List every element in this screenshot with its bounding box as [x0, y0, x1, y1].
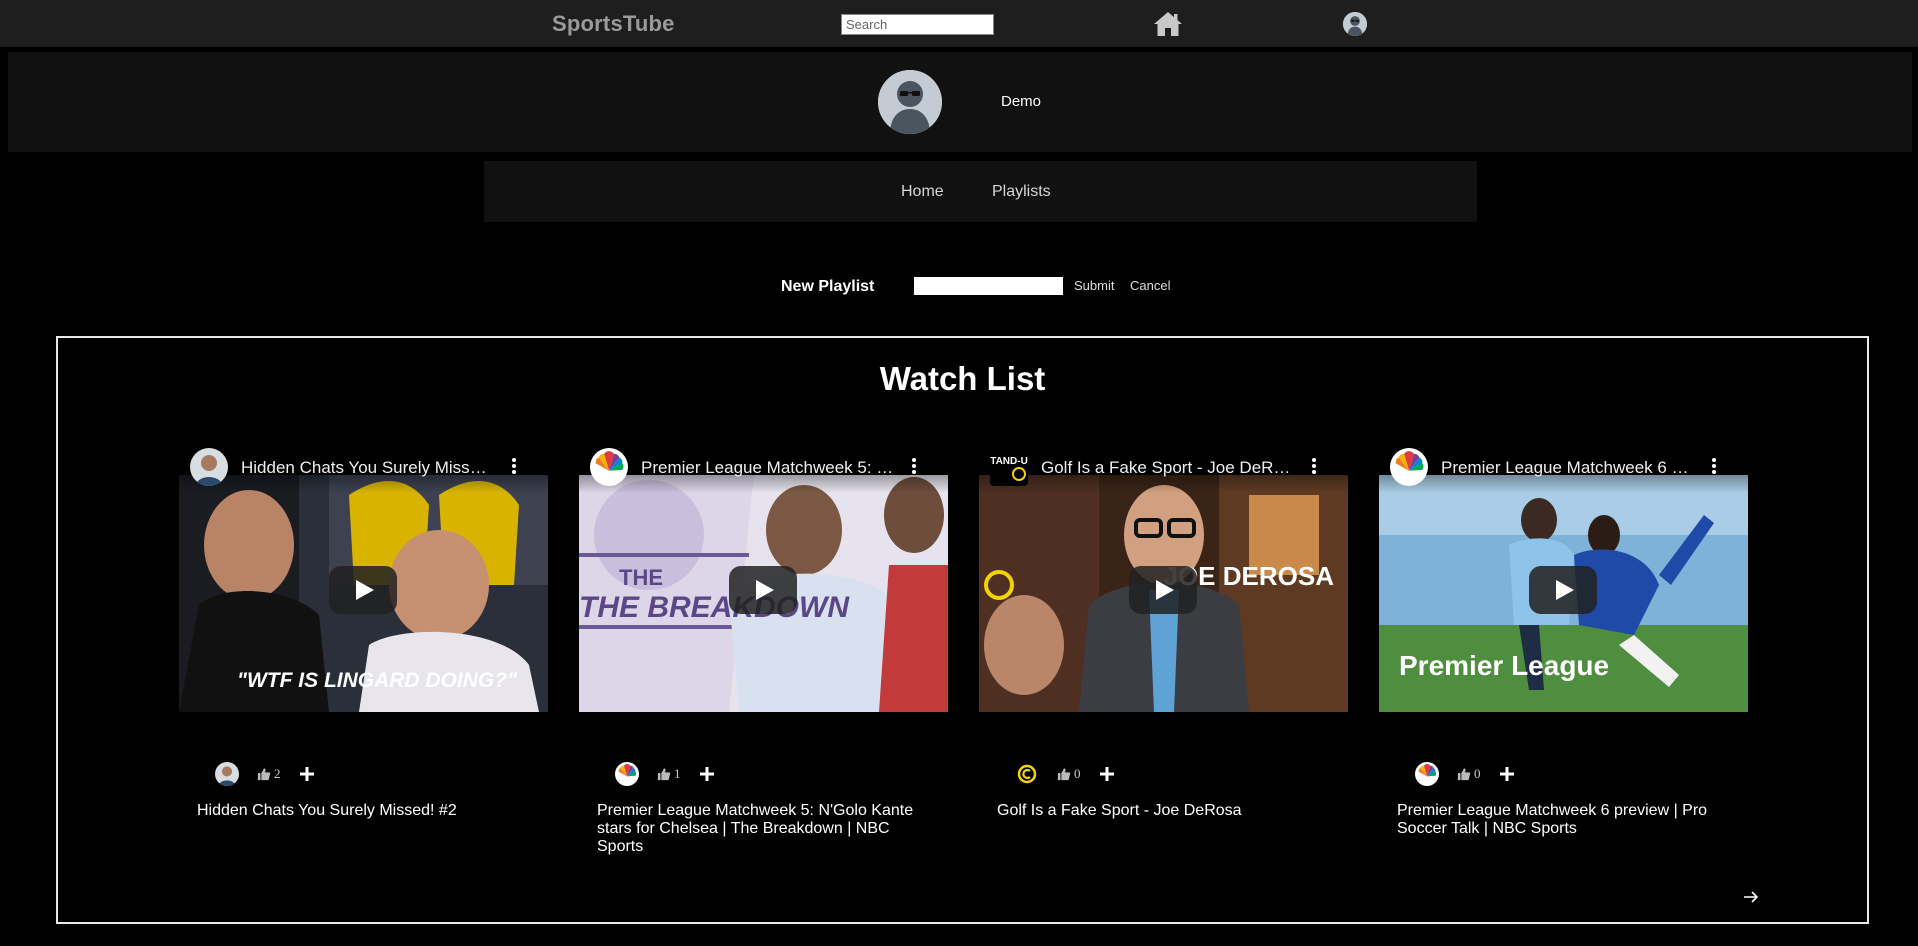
like-count: 1 [674, 766, 681, 781]
embed-title[interactable]: Premier League Matchweek 5: N'Golo Kante… [641, 458, 896, 478]
thumbnail-caption: THE BREAKDOWN [579, 591, 850, 624]
like-count: 0 [1074, 766, 1081, 781]
channel-badge-text: STAND-UP [990, 456, 1028, 467]
channel-logo-icon[interactable] [190, 448, 228, 486]
like-count: 2 [274, 766, 281, 781]
next-arrow-icon[interactable] [1742, 889, 1760, 905]
submit-button[interactable]: Submit [1074, 278, 1114, 293]
video-meta: 0 [1015, 762, 1315, 788]
profile-avatar [878, 70, 942, 134]
video-title[interactable]: Premier League Matchweek 5: N'Golo Kante… [597, 802, 937, 856]
video-meta: 2 [215, 762, 515, 788]
user-avatar-icon[interactable] [1343, 12, 1367, 36]
add-to-playlist-icon[interactable] [299, 766, 315, 782]
search-input[interactable] [841, 14, 994, 35]
embed-header: Hidden Chats You Surely Missed! #2 [179, 447, 548, 493]
embed-title[interactable]: Premier League Matchweek 6 preview | Pro… [1441, 458, 1696, 478]
more-options-icon[interactable] [1709, 457, 1719, 477]
video-embed[interactable]: THE THE BREAKDOWN Premier League Matchwe… [579, 447, 948, 712]
thumbs-up-icon[interactable] [1057, 767, 1071, 781]
watch-list-panel: Watch List "WTF IS LINGARD DOING?" Hidde… [56, 336, 1869, 924]
video-meta: 1 [615, 762, 915, 788]
standup-logo-icon[interactable]: STAND-UP [990, 448, 1028, 486]
embed-header: Premier League Matchweek 6 preview | Pro… [1379, 447, 1748, 493]
video-embed[interactable]: "WTF IS LINGARD DOING?" Hidden Chats You… [179, 447, 548, 712]
profile-nav: Home Playlists [484, 161, 1477, 222]
play-button[interactable] [1529, 566, 1597, 614]
embed-header: Premier League Matchweek 5: N'Golo Kante… [579, 447, 948, 493]
video-embed[interactable]: Premier League Premier League Matchweek … [1379, 447, 1748, 712]
thumbs-up-icon[interactable] [657, 767, 671, 781]
profile-username: Demo [1001, 93, 1042, 110]
nav-playlists-link[interactable]: Playlists [992, 183, 1051, 201]
add-to-playlist-icon[interactable] [1099, 766, 1115, 782]
top-navbar: SportsTube [0, 0, 1918, 47]
video-title[interactable]: Premier League Matchweek 6 preview | Pro… [1397, 802, 1737, 838]
embed-title[interactable]: Hidden Chats You Surely Missed! #2 [241, 458, 496, 478]
thumbnail-caption: Premier League [1399, 650, 1609, 681]
playlist-name-input[interactable] [914, 277, 1063, 295]
play-button[interactable] [329, 566, 397, 614]
thumbs-up-icon[interactable] [1457, 767, 1471, 781]
video-title[interactable]: Golf Is a Fake Sport - Joe DeRosa [997, 802, 1337, 820]
play-button[interactable] [1129, 566, 1197, 614]
more-options-icon[interactable] [909, 457, 919, 477]
cancel-button[interactable]: Cancel [1130, 278, 1170, 293]
more-options-icon[interactable] [509, 457, 519, 477]
svg-text:THE: THE [619, 565, 663, 590]
nbc-avatar-icon[interactable] [615, 762, 639, 786]
thumbs-up-icon[interactable] [257, 767, 271, 781]
embed-header: STAND-UP Golf Is a Fake Sport - Joe DeRo… [979, 447, 1348, 493]
comedy-central-icon[interactable] [1015, 762, 1039, 786]
embed-title[interactable]: Golf Is a Fake Sport - Joe DeRosa [1041, 458, 1296, 478]
watch-list-title: Watch List [879, 360, 1046, 397]
video-meta: 0 [1415, 762, 1715, 788]
video-embed[interactable]: JOE DEROSA STAND-UP Golf Is a Fake Sport… [979, 447, 1348, 712]
add-to-playlist-icon[interactable] [699, 766, 715, 782]
like-count: 0 [1474, 766, 1481, 781]
video-title[interactable]: Hidden Chats You Surely Missed! #2 [197, 802, 537, 820]
nbc-avatar-icon[interactable] [1415, 762, 1439, 786]
nbc-logo-icon[interactable] [1390, 448, 1428, 486]
more-options-icon[interactable] [1309, 457, 1319, 477]
profile-banner: Demo [8, 52, 1912, 152]
add-to-playlist-icon[interactable] [1499, 766, 1515, 782]
channel-avatar-icon[interactable] [215, 762, 239, 786]
thumbnail-caption: "WTF IS LINGARD DOING?" [237, 669, 518, 692]
nbc-logo-icon[interactable] [590, 448, 628, 486]
brand-logo[interactable]: SportsTube [552, 11, 675, 37]
play-button[interactable] [729, 566, 797, 614]
new-playlist-label: New Playlist [781, 278, 875, 295]
nav-home-link[interactable]: Home [901, 183, 944, 201]
home-icon[interactable] [1153, 11, 1183, 37]
